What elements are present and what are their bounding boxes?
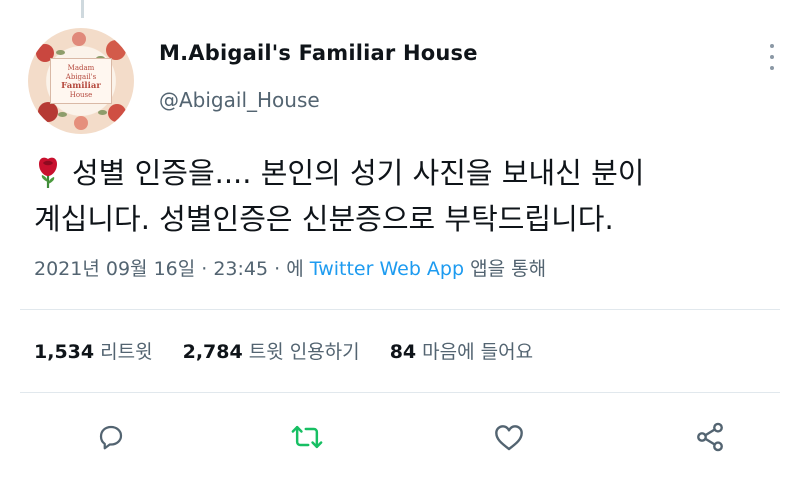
rose-decoration	[74, 116, 88, 130]
rose-decoration	[106, 40, 126, 60]
engagement-stats: 1,534 리트윗 2,784 트윗 인용하기 84 마음에 들어요	[34, 337, 557, 364]
tweet-line-text: 계십니다. 성별인증은 신분증으로 부탁드립니다.	[34, 202, 614, 236]
rose-decoration	[38, 102, 58, 122]
like-label: 마음에 들어요	[422, 341, 534, 363]
retweet-button[interactable]	[287, 417, 327, 457]
tweet-line-text: 성별 인증을.... 본인의 성기 사진을 보내신 분이	[72, 156, 645, 190]
like-count: 84	[389, 341, 417, 363]
more-options-icon[interactable]	[767, 44, 777, 70]
avatar[interactable]: Madam Abigail's Familiar House	[28, 28, 134, 134]
source-app-link[interactable]: Twitter Web App	[310, 258, 464, 280]
rose-emoji-icon	[39, 157, 57, 188]
share-icon	[697, 422, 723, 452]
quote-stat[interactable]: 2,784 트윗 인용하기	[183, 341, 384, 363]
leaf-decoration	[56, 50, 65, 55]
tweet-line: 계십니다. 성별인증은 신분증으로 부탁드립니다.	[34, 196, 774, 242]
tweet-datetime[interactable]: 2021년 09월 16일 · 23:45 · 에	[34, 258, 304, 280]
rose-decoration	[108, 104, 126, 122]
tweet-line: 성별 인증을.... 본인의 성기 사진을 보내신 분이	[34, 150, 774, 196]
like-icon	[495, 425, 523, 451]
divider	[20, 309, 780, 310]
retweet-count: 1,534	[34, 341, 95, 363]
avatar-logo-word: Madam	[67, 64, 95, 72]
retweet-label: 리트윗	[100, 341, 153, 363]
author-display-name[interactable]: M.Abigail's Familiar House	[159, 41, 478, 65]
like-button[interactable]	[489, 417, 529, 457]
divider	[20, 392, 780, 393]
author-handle[interactable]: @Abigail_House	[159, 88, 320, 112]
tweet-meta: 2021년 09월 16일 · 23:45 · 에 Twitter Web Ap…	[34, 254, 546, 281]
like-stat[interactable]: 84 마음에 들어요	[390, 341, 557, 363]
rose-decoration	[72, 32, 86, 46]
leaf-decoration	[58, 112, 67, 117]
avatar-logo-lettering: Madam Abigail's Familiar House	[50, 58, 112, 104]
retweet-stat[interactable]: 1,534 리트윗	[34, 341, 177, 363]
share-button[interactable]	[690, 417, 730, 457]
retweet-icon	[291, 425, 323, 449]
reply-button[interactable]	[91, 417, 131, 457]
avatar-logo-word: Familiar	[61, 81, 101, 91]
tweet-text: 성별 인증을.... 본인의 성기 사진을 보내신 분이 계십니다. 성별인증은…	[34, 150, 774, 242]
quote-count: 2,784	[182, 341, 243, 363]
thread-connector-line	[81, 0, 84, 18]
quote-label: 트윗 인용하기	[248, 341, 360, 363]
avatar-logo-word: House	[69, 91, 93, 99]
source-app-suffix: 앱을 통해	[470, 258, 547, 280]
reply-icon	[99, 425, 123, 450]
leaf-decoration	[98, 110, 107, 115]
